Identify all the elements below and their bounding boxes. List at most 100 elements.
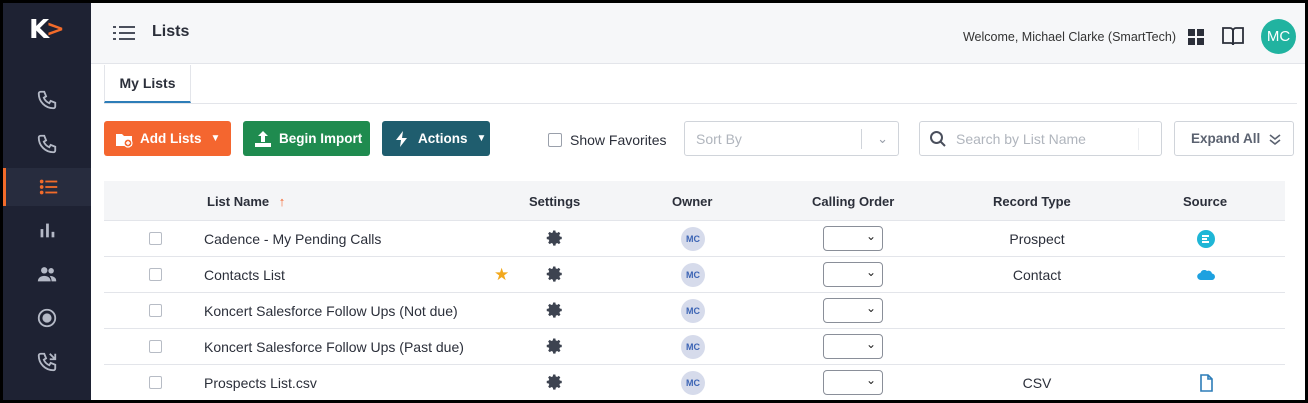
sidebar-item-call-forwarding[interactable]	[3, 343, 91, 381]
chevron-down-icon: ⌄	[865, 265, 876, 279]
expand-all-label: Expand All	[1191, 131, 1261, 146]
owner-avatar: MC	[681, 335, 705, 359]
sidebar-item-recordings[interactable]	[3, 299, 91, 337]
book-icon[interactable]	[1221, 25, 1245, 47]
list-name[interactable]: Prospects List.csv	[204, 375, 317, 391]
calling-order-select[interactable]: ⌄	[823, 334, 883, 359]
table-row[interactable]: Prospects List.csv MC ⌄ CSV	[104, 365, 1285, 400]
add-folder-icon	[116, 133, 133, 148]
chevron-down-icon: ⌄	[865, 373, 876, 387]
lightning-icon	[396, 130, 407, 147]
record-type: Contact	[1012, 267, 1062, 283]
calling-order-select[interactable]: ⌄	[823, 226, 883, 251]
top-bar: Lists Welcome, Michael Clarke (SmartTech…	[91, 3, 1305, 64]
list-name[interactable]: Cadence - My Pending Calls	[204, 231, 381, 247]
welcome-text: Welcome, Michael Clarke (SmartTech)	[962, 30, 1176, 44]
bar-chart-icon	[40, 223, 55, 238]
chevron-down-icon: ⌄	[865, 337, 876, 351]
list-name[interactable]: Contacts List	[204, 267, 285, 283]
chevron-down-icon: ▼	[476, 133, 487, 144]
salesforce-icon	[1197, 269, 1216, 281]
owner-avatar: MC	[681, 371, 705, 395]
user-avatar[interactable]: MC	[1261, 19, 1296, 54]
chevron-down-icon: ▼	[210, 133, 221, 144]
row-checkbox[interactable]	[149, 232, 162, 245]
cadence-icon	[1197, 230, 1215, 248]
record-type: CSV	[1022, 375, 1052, 391]
actions-button[interactable]: Actions ▼	[382, 121, 490, 156]
show-favorites-toggle[interactable]: Show Favorites	[548, 132, 666, 148]
file-icon	[1200, 374, 1213, 392]
add-lists-button[interactable]: Add Lists ▼	[104, 121, 231, 156]
sort-by-select[interactable]: Sort By ⌄	[684, 121, 899, 156]
list-icon	[39, 179, 57, 195]
owner-avatar: MC	[681, 227, 705, 251]
record-type: Prospect	[1009, 231, 1065, 247]
add-lists-label: Add Lists	[140, 131, 202, 146]
phone-icon	[37, 134, 57, 154]
phone-icon	[37, 90, 57, 110]
chevron-down-icon: ⌄	[865, 229, 876, 243]
search-icon	[930, 131, 946, 147]
row-checkbox[interactable]	[149, 340, 162, 353]
search-input[interactable]	[956, 126, 1140, 152]
gear-icon[interactable]	[546, 301, 564, 319]
list-name[interactable]: Koncert Salesforce Follow Ups (Not due)	[204, 303, 458, 319]
column-header-owner: Owner	[672, 194, 713, 209]
begin-import-label: Begin Import	[279, 131, 363, 146]
sidebar-item-dialer[interactable]	[3, 81, 91, 119]
sort-by-placeholder: Sort By	[696, 131, 742, 147]
koncert-logo[interactable]: K>	[29, 15, 65, 45]
chevron-down-icon[interactable]: ⌄	[877, 122, 888, 156]
row-checkbox[interactable]	[149, 376, 162, 389]
calling-order-select[interactable]: ⌄	[823, 298, 883, 323]
record-icon	[37, 308, 57, 328]
chevron-down-icon: ⌄	[865, 301, 876, 315]
favorite-star-icon[interactable]: ★	[494, 265, 509, 285]
phone-forward-icon	[37, 352, 57, 372]
menu-icon[interactable]	[113, 23, 135, 43]
table-row[interactable]: Contacts List ★ MC ⌄ Contact	[104, 257, 1285, 293]
double-chevron-down-icon	[1269, 133, 1281, 145]
column-header-settings: Settings	[529, 194, 581, 209]
apps-grid-icon[interactable]	[1187, 28, 1205, 46]
table-row[interactable]: Koncert Salesforce Follow Ups (Not due) …	[104, 293, 1285, 329]
owner-avatar: MC	[681, 299, 705, 323]
sidebar-item-contacts[interactable]	[3, 255, 91, 293]
sort-ascending-icon: ↑	[278, 194, 286, 209]
sidebar-item-calls[interactable]	[3, 125, 91, 163]
tab-my-lists[interactable]: My Lists	[104, 65, 191, 103]
begin-import-button[interactable]: Begin Import	[243, 121, 370, 156]
table-row[interactable]: Koncert Salesforce Follow Ups (Past due)…	[104, 329, 1285, 365]
select-divider	[861, 129, 862, 149]
search-divider	[1138, 128, 1139, 150]
table-row[interactable]: Cadence - My Pending Calls MC ⌄ Prospect	[104, 221, 1285, 257]
sidebar-item-lists[interactable]	[3, 168, 91, 206]
actions-label: Actions	[418, 131, 468, 146]
column-header-record-type: Record Type	[993, 194, 1071, 209]
app-window: K> Lists Welcome, Michael Clarke (SmartT…	[3, 3, 1305, 400]
row-checkbox[interactable]	[149, 268, 162, 281]
gear-icon[interactable]	[546, 337, 564, 355]
expand-all-button[interactable]: Expand All	[1174, 121, 1294, 156]
list-name[interactable]: Koncert Salesforce Follow Ups (Past due)	[204, 339, 464, 355]
row-checkbox[interactable]	[149, 304, 162, 317]
show-favorites-label: Show Favorites	[570, 132, 667, 148]
gear-icon[interactable]	[546, 265, 564, 283]
column-header-calling-order: Calling Order	[812, 194, 895, 209]
people-icon	[37, 267, 57, 282]
upload-icon	[255, 130, 271, 147]
page-title: Lists	[152, 23, 190, 40]
calling-order-select[interactable]: ⌄	[823, 262, 883, 287]
sidebar-item-reports[interactable]	[3, 211, 91, 249]
calling-order-select[interactable]: ⌄	[823, 370, 883, 395]
tab-divider	[104, 103, 1297, 104]
sidebar: K>	[3, 3, 91, 400]
table-header: List Name ↑ Settings Owner Calling Order…	[104, 181, 1285, 221]
column-header-source: Source	[1183, 194, 1228, 209]
show-favorites-checkbox[interactable]	[548, 133, 562, 147]
gear-icon[interactable]	[546, 373, 564, 391]
gear-icon[interactable]	[546, 229, 564, 247]
column-header-list-name[interactable]: List Name ↑	[207, 194, 285, 209]
search-box	[919, 121, 1162, 156]
